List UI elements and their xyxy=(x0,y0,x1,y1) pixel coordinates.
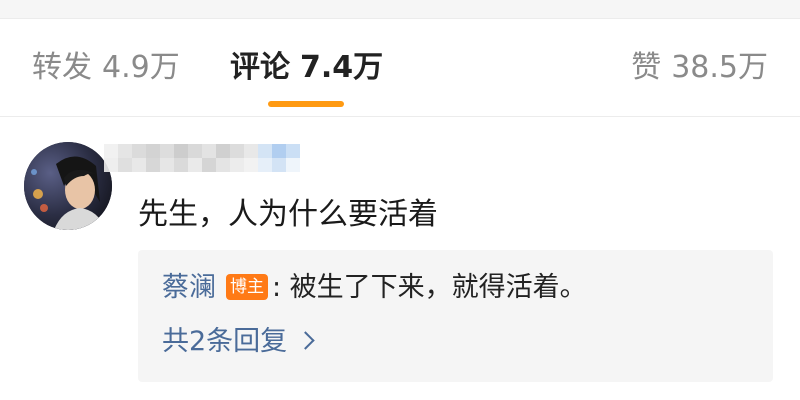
tab-likes-count: 38.5万 xyxy=(671,50,768,85)
tab-comments-label: 评论 xyxy=(230,50,290,85)
reply-box[interactable]: 蔡澜 博主: 被生了下来，就得活着。 共2条回复 xyxy=(138,250,773,382)
tab-repost-label: 转发 xyxy=(32,50,92,85)
tab-repost-count: 4.9万 xyxy=(102,50,180,85)
reply-line: 蔡澜 博主: 被生了下来，就得活着。 xyxy=(162,270,587,306)
tab-comments[interactable]: 评论 7.4万 xyxy=(230,48,383,88)
top-strip xyxy=(0,0,800,19)
more-replies-link[interactable]: 共2条回复 xyxy=(162,324,315,360)
tab-bar: 转发 4.9万 评论 7.4万 赞 38.5万 xyxy=(0,18,800,117)
active-tab-indicator xyxy=(268,101,344,107)
blurred-username xyxy=(104,138,304,178)
tab-repost[interactable]: 转发 4.9万 xyxy=(32,48,180,88)
reply-author[interactable]: 蔡澜 xyxy=(162,272,216,303)
chevron-right-icon xyxy=(296,331,315,350)
avatar[interactable] xyxy=(24,142,112,230)
more-replies-label: 共2条回复 xyxy=(162,326,288,357)
avatar-image xyxy=(24,142,112,230)
tab-comments-count: 7.4万 xyxy=(300,50,384,85)
comment-text: 先生，人为什么要活着 xyxy=(138,197,438,232)
reply-text: : 被生了下来，就得活着。 xyxy=(272,272,587,303)
tab-likes-label: 赞 xyxy=(631,50,662,85)
tab-likes[interactable]: 赞 38.5万 xyxy=(631,48,768,88)
author-badge: 博主 xyxy=(226,274,268,300)
